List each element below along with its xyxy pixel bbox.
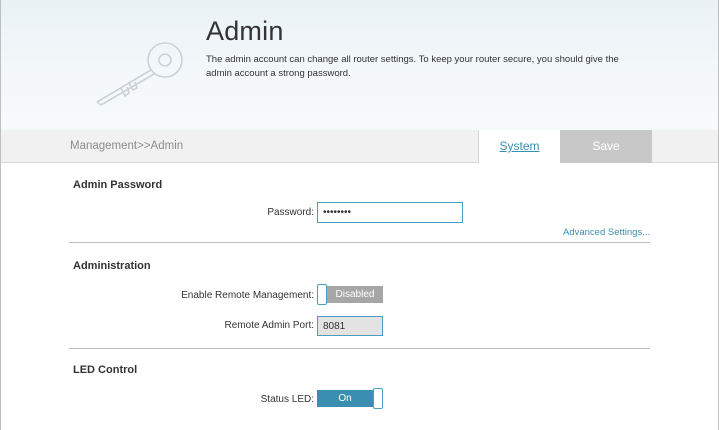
password-label: Password: [267, 207, 314, 218]
status-led-toggle[interactable]: On [317, 388, 383, 409]
breadcrumb: Management>>Admin [70, 140, 184, 152]
advanced-settings-link[interactable]: Advanced Settings... [563, 227, 650, 238]
key-icon [96, 42, 183, 106]
led-control-title: LED Control [73, 364, 138, 376]
divider [69, 242, 650, 243]
remote-management-label: Enable Remote Management: [181, 290, 314, 301]
system-link[interactable]: System [478, 130, 560, 163]
save-button[interactable]: Save [560, 130, 652, 163]
toggle-knob [317, 284, 327, 305]
remote-management-state: Disabled [327, 286, 383, 303]
administration-title: Administration [73, 260, 151, 272]
page-description: The admin account can change all router … [206, 54, 619, 79]
breadcrumb-bar: Management>>Admin System Save [1, 130, 718, 163]
status-led-state: On [317, 390, 373, 407]
status-led-label: Status LED: [260, 394, 314, 405]
page-title: Admin [206, 16, 284, 46]
toggle-knob [373, 388, 383, 409]
divider [69, 348, 650, 349]
remote-port-input[interactable] [317, 316, 383, 336]
password-input[interactable] [317, 202, 463, 223]
remote-management-toggle[interactable]: Disabled [317, 284, 383, 305]
remote-port-label: Remote Admin Port: [224, 320, 314, 331]
admin-password-title: Admin Password [73, 179, 163, 191]
page-header: Admin The admin account can change all r… [1, 0, 718, 130]
